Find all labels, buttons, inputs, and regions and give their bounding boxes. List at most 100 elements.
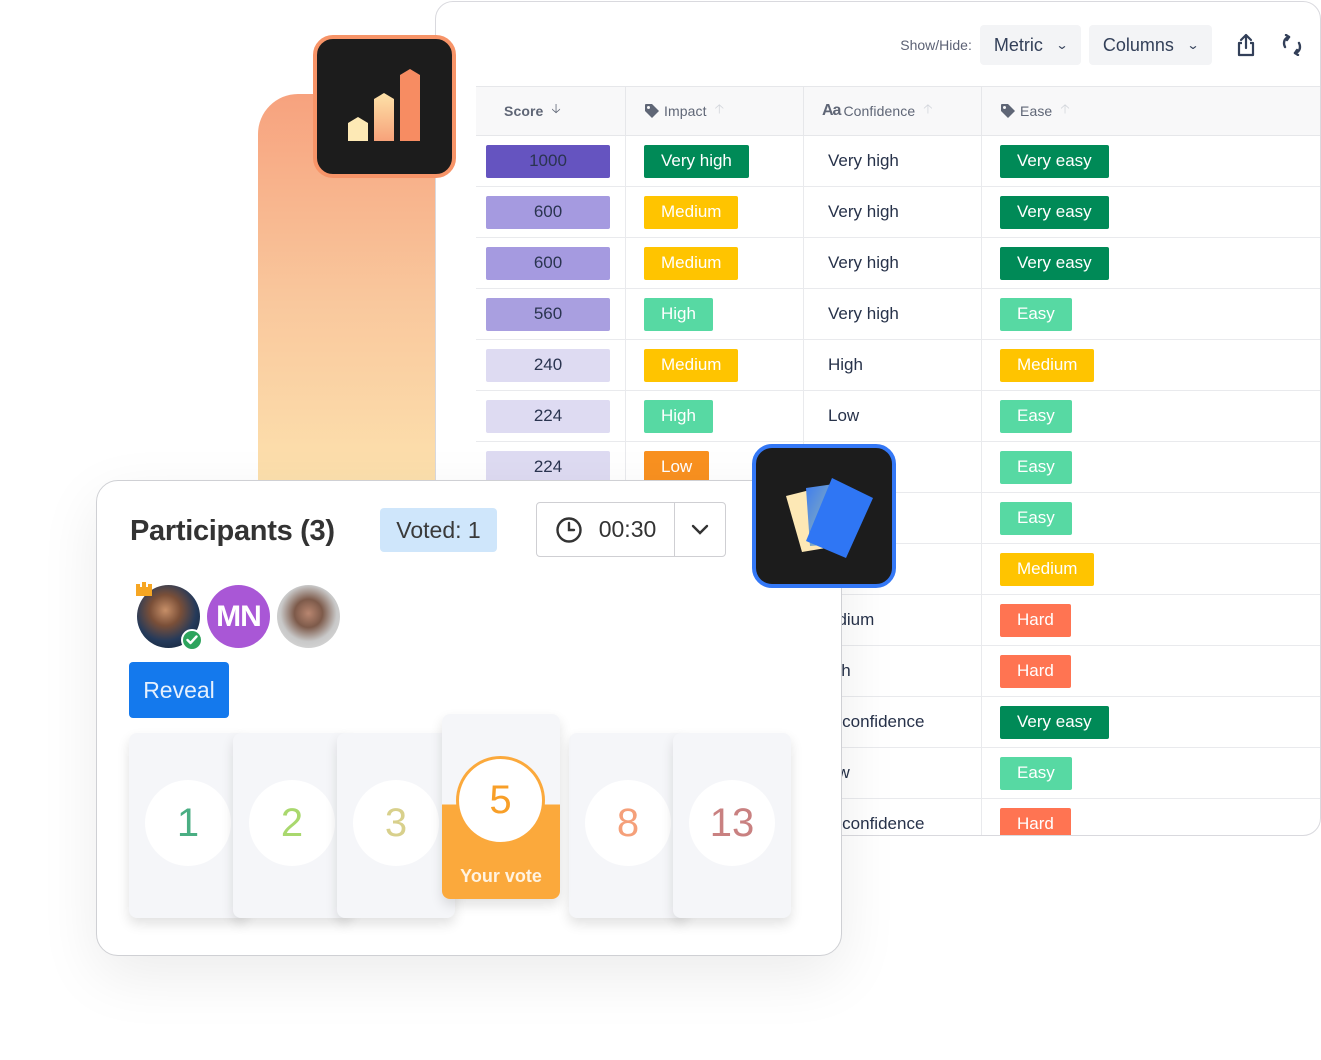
share-icon bbox=[1237, 33, 1255, 57]
table-toolbar: Show/Hide: Metric ⌄ Columns ⌄ bbox=[900, 24, 1320, 66]
refresh-button[interactable] bbox=[1272, 25, 1312, 65]
impact-cell[interactable]: High bbox=[626, 289, 804, 339]
chevron-down-icon: ⌄ bbox=[1055, 38, 1069, 52]
table-row[interactable]: 240 Medium High Medium bbox=[476, 340, 1320, 391]
score-cell: 240 bbox=[476, 340, 626, 390]
column-header-label: Ease bbox=[1020, 103, 1053, 119]
timer-control: 00:30 bbox=[536, 502, 726, 557]
ease-cell[interactable]: Very easy bbox=[982, 187, 1320, 237]
score-pill: 600 bbox=[486, 246, 610, 280]
columns-dropdown[interactable]: Columns ⌄ bbox=[1088, 25, 1212, 65]
ease-cell[interactable]: Easy bbox=[982, 391, 1320, 441]
ease-tag: Medium bbox=[1000, 552, 1095, 586]
vote-card-selected[interactable]: 5 Your vote bbox=[442, 714, 560, 899]
sort-ascending-icon: 🡡 bbox=[714, 101, 724, 116]
impact-cell[interactable]: High bbox=[626, 391, 804, 441]
confidence-value: Low bbox=[828, 406, 860, 425]
score-pill: 224 bbox=[486, 450, 610, 484]
table-row[interactable]: 600 Medium Very high Very easy bbox=[476, 238, 1320, 289]
share-button[interactable] bbox=[1226, 25, 1266, 65]
score-pill: 224 bbox=[486, 399, 610, 433]
impact-tag: High bbox=[644, 399, 713, 433]
avatar[interactable]: MN bbox=[207, 585, 270, 648]
vote-card[interactable]: 13 bbox=[673, 733, 791, 918]
metric-dropdown[interactable]: Metric ⌄ bbox=[979, 25, 1081, 65]
ease-cell[interactable]: Medium bbox=[982, 544, 1320, 594]
confidence-cell[interactable]: Very high bbox=[804, 289, 982, 339]
score-cell: 224 bbox=[476, 391, 626, 441]
impact-cell[interactable]: Medium bbox=[626, 187, 804, 237]
table-row[interactable]: 224 High Low Easy bbox=[476, 391, 1320, 442]
confidence-cell[interactable]: High bbox=[804, 340, 982, 390]
table-row[interactable]: 600 Medium Very high Very easy bbox=[476, 187, 1320, 238]
vote-card[interactable]: 1 bbox=[129, 733, 247, 918]
score-cell: 600 bbox=[476, 238, 626, 288]
tag-icon bbox=[1001, 104, 1015, 118]
impact-tag: Very high bbox=[644, 144, 749, 178]
confidence-cell[interactable]: Low bbox=[804, 391, 982, 441]
ease-tag: Hard bbox=[1000, 603, 1071, 637]
ease-cell[interactable]: Hard bbox=[982, 595, 1320, 645]
voted-check-icon bbox=[181, 629, 203, 651]
refresh-icon bbox=[1282, 34, 1302, 56]
vote-card[interactable]: 8 bbox=[569, 733, 687, 918]
confidence-value: Very high bbox=[828, 202, 899, 221]
ease-cell[interactable]: Easy bbox=[982, 748, 1320, 798]
ease-cell[interactable]: Easy bbox=[982, 442, 1320, 492]
ease-tag: Easy bbox=[1000, 399, 1072, 433]
impact-tag: Medium bbox=[644, 195, 739, 229]
table-header-row: Score 🡣 Impact 🡡 Aa Confidence 🡡 Ease 🡡 bbox=[476, 86, 1320, 136]
card-value: 3 bbox=[353, 780, 439, 866]
confidence-cell[interactable]: Very high bbox=[804, 136, 982, 186]
impact-cell[interactable]: Very high bbox=[626, 136, 804, 186]
score-cell: 1000 bbox=[476, 136, 626, 186]
reveal-button[interactable]: Reveal bbox=[129, 662, 229, 718]
ease-cell[interactable]: Very easy bbox=[982, 136, 1320, 186]
ease-cell[interactable]: Medium bbox=[982, 340, 1320, 390]
score-pill: 560 bbox=[486, 297, 610, 331]
table-row[interactable]: 1000 Very high Very high Very easy bbox=[476, 136, 1320, 187]
vote-card[interactable]: 3 bbox=[337, 733, 455, 918]
ease-cell[interactable]: Very easy bbox=[982, 697, 1320, 747]
confidence-value: o confidence bbox=[828, 712, 925, 731]
ease-cell[interactable]: Hard bbox=[982, 646, 1320, 696]
avatar[interactable] bbox=[136, 582, 203, 651]
score-cell: 600 bbox=[476, 187, 626, 237]
timer-display[interactable]: 00:30 bbox=[537, 503, 675, 556]
card-value: 2 bbox=[249, 780, 335, 866]
confidence-value: o confidence bbox=[828, 814, 925, 833]
ease-cell[interactable]: Very easy bbox=[982, 238, 1320, 288]
ease-tag: Medium bbox=[1000, 348, 1095, 382]
ease-tag: Very easy bbox=[1000, 144, 1109, 178]
impact-tag: Medium bbox=[644, 246, 739, 280]
confidence-cell[interactable]: Very high bbox=[804, 238, 982, 288]
confidence-value: Very high bbox=[828, 151, 899, 170]
crown-icon bbox=[136, 582, 152, 596]
ease-cell[interactable]: Easy bbox=[982, 289, 1320, 339]
confidence-cell[interactable]: Very high bbox=[804, 187, 982, 237]
score-pill: 1000 bbox=[486, 144, 610, 178]
participants-title: Participants (3) bbox=[130, 515, 335, 547]
timer-value: 00:30 bbox=[598, 516, 657, 542]
cards-icon bbox=[786, 478, 873, 558]
sort-ascending-icon: 🡡 bbox=[1060, 101, 1070, 116]
ease-cell[interactable]: Hard bbox=[982, 799, 1320, 835]
score-pill: 240 bbox=[486, 348, 610, 382]
avatar-initials: MN bbox=[216, 599, 262, 633]
card-value: 1 bbox=[145, 780, 231, 866]
ease-cell[interactable]: Easy bbox=[982, 493, 1320, 543]
vote-card[interactable]: 2 bbox=[233, 733, 351, 918]
column-header-impact[interactable]: Impact 🡡 bbox=[626, 87, 804, 135]
avatar[interactable] bbox=[277, 585, 340, 648]
impact-cell[interactable]: Medium bbox=[626, 238, 804, 288]
column-header-ease[interactable]: Ease 🡡 bbox=[982, 87, 1320, 135]
voted-count-badge: Voted: 1 bbox=[380, 508, 497, 552]
impact-tag: Low bbox=[644, 450, 710, 484]
impact-cell[interactable]: Medium bbox=[626, 340, 804, 390]
column-header-confidence[interactable]: Aa Confidence 🡡 bbox=[804, 87, 982, 135]
chevron-down-icon: ⌄ bbox=[1186, 38, 1200, 52]
column-header-score[interactable]: Score 🡣 bbox=[476, 87, 626, 135]
timer-dropdown-button[interactable] bbox=[675, 503, 725, 556]
table-row[interactable]: 560 High Very high Easy bbox=[476, 289, 1320, 340]
metric-dropdown-label: Metric bbox=[993, 34, 1043, 55]
